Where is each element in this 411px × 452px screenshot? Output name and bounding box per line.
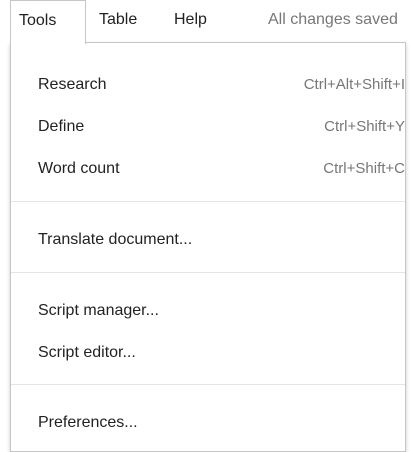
menu-item-label: Script manager... <box>38 302 159 319</box>
menu-item-define[interactable]: Define Ctrl+Shift+Y <box>11 106 405 148</box>
menu-separator <box>11 201 405 202</box>
menu-separator <box>11 384 405 385</box>
menu-help[interactable]: Help <box>174 0 207 42</box>
menu-item-label: Translate document... <box>38 231 193 248</box>
menu-item-label: Script editor... <box>38 344 136 361</box>
menu-separator <box>11 272 405 273</box>
menu-item-word-count[interactable]: Word count Ctrl+Shift+C <box>11 148 405 190</box>
menu-item-script-editor[interactable]: Script editor... <box>11 332 405 374</box>
menu-item-shortcut: Ctrl+Alt+Shift+I <box>303 76 405 93</box>
menu-item-preferences[interactable]: Preferences... <box>11 402 405 444</box>
menu-item-label: Research <box>38 76 107 93</box>
menu-item-script-manager[interactable]: Script manager... <box>11 290 405 332</box>
menu-tools[interactable]: Tools <box>10 0 86 44</box>
menu-item-shortcut: Ctrl+Shift+C <box>323 160 405 177</box>
menu-item-label: Preferences... <box>38 414 138 431</box>
menu-item-shortcut: Ctrl+Shift+Y <box>324 118 405 135</box>
save-status: All changes saved <box>268 11 398 28</box>
menu-item-label: Word count <box>38 160 120 177</box>
menu-item-label: Define <box>38 118 85 135</box>
tools-dropdown-menu: Research Ctrl+Alt+Shift+I Define Ctrl+Sh… <box>10 42 406 452</box>
menu-item-translate-document[interactable]: Translate document... <box>11 219 405 261</box>
menu-table[interactable]: Table <box>99 0 137 42</box>
menubar: Tools Table Help All changes saved <box>0 0 411 44</box>
menu-item-research[interactable]: Research Ctrl+Alt+Shift+I <box>11 64 405 106</box>
